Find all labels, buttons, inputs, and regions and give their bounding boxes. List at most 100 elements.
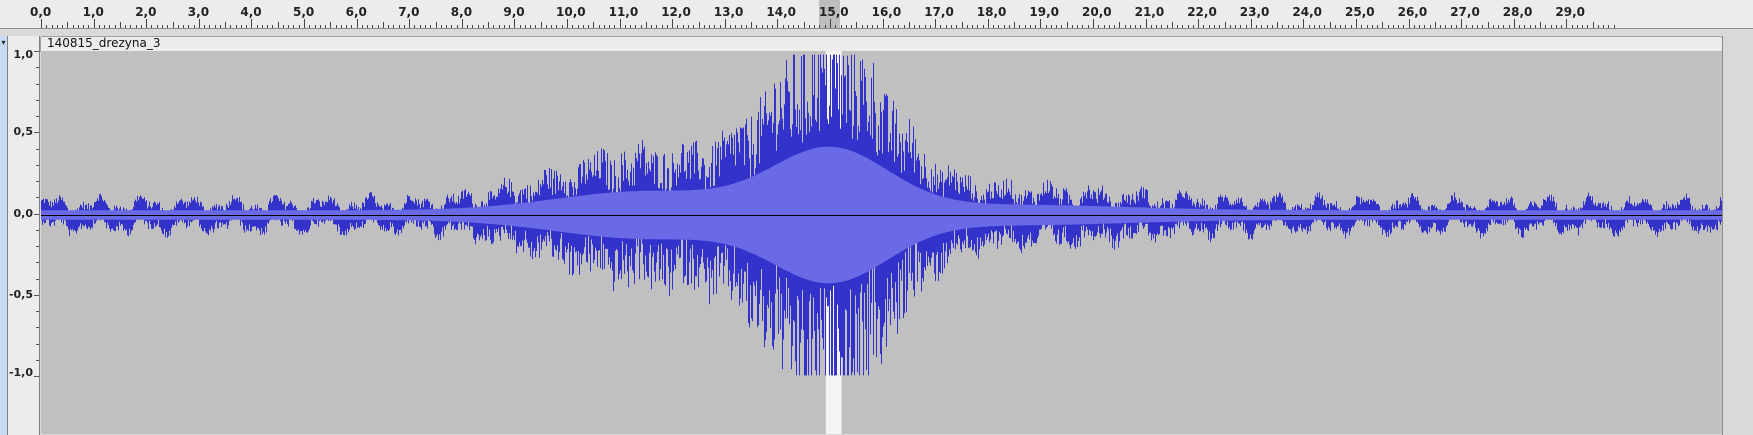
ruler-minor-tick	[393, 25, 395, 28]
ruler-minor-tick	[1340, 25, 1342, 28]
amplitude-minor-tick	[36, 343, 39, 345]
ruler-minor-tick	[793, 25, 795, 28]
ruler-minor-tick	[156, 25, 158, 28]
ruler-minor-tick	[630, 25, 632, 28]
ruler-minor-tick	[966, 25, 968, 28]
ruler-minor-tick	[1603, 25, 1605, 28]
ruler-minor-tick	[330, 22, 332, 28]
ruler-tick-label: 5,0	[293, 5, 315, 19]
ruler-minor-tick	[1192, 25, 1194, 28]
ruler-minor-tick	[714, 25, 716, 28]
ruler-major-tick	[41, 19, 42, 28]
ruler-minor-tick	[814, 25, 816, 28]
waveform-display[interactable]	[41, 51, 1722, 434]
ruler-minor-tick	[319, 25, 321, 28]
ruler-minor-tick	[225, 22, 227, 28]
ruler-minor-tick	[677, 25, 679, 28]
ruler-minor-tick	[577, 25, 579, 28]
ruler-tick-label: 1,0	[82, 5, 104, 19]
ruler-minor-tick	[472, 25, 474, 28]
ruler-minor-tick	[877, 25, 879, 28]
ruler-minor-tick	[1571, 25, 1573, 28]
ruler-minor-tick	[1529, 25, 1531, 28]
ruler-minor-tick	[1061, 25, 1063, 28]
ruler-minor-tick	[1561, 25, 1563, 28]
ruler-minor-tick	[503, 25, 505, 28]
ruler-minor-tick	[1156, 25, 1158, 28]
ruler-minor-tick	[293, 25, 295, 28]
ruler-minor-tick	[235, 25, 237, 28]
ruler-minor-tick	[135, 25, 137, 28]
timeline-ruler[interactable]: 0,0 1,0 2,0 3,0 4,0 5,0 6,0 7,0 8,0 9,0 10,0 11,0 12…	[0, 0, 1753, 29]
ruler-minor-tick	[1045, 25, 1047, 28]
ruler-minor-tick	[1056, 25, 1058, 28]
ruler-minor-tick	[640, 25, 642, 28]
ruler-minor-tick	[509, 25, 511, 28]
ruler-minor-tick	[556, 25, 558, 28]
ruler-major-tick	[1040, 19, 1042, 28]
ruler-minor-tick	[240, 25, 242, 28]
ruler-major-tick	[1303, 19, 1305, 28]
track-title-bar[interactable]: 140815_drezyna_3	[40, 36, 1723, 52]
amplitude-minor-tick	[36, 327, 39, 329]
ruler-minor-tick	[1140, 25, 1142, 28]
ruler-tick-label: 8,0	[450, 5, 473, 19]
track-menu-dropdown-icon[interactable]: ▾	[0, 36, 7, 50]
ruler-tick-label: 24,0	[1292, 5, 1322, 19]
ruler-minor-tick	[772, 25, 774, 28]
ruler-minor-tick	[1608, 25, 1610, 28]
ruler-minor-tick	[1124, 25, 1126, 28]
ruler-minor-tick	[214, 25, 216, 28]
ruler-minor-tick	[314, 25, 316, 28]
ruler-minor-tick	[440, 25, 442, 28]
ruler-tick-label: 6,0	[345, 5, 367, 19]
track-control-panel[interactable]	[0, 36, 8, 435]
ruler-minor-tick	[1450, 25, 1452, 28]
ruler-minor-tick	[598, 25, 600, 28]
track-right-area	[1722, 29, 1753, 435]
ruler-minor-tick	[288, 25, 290, 28]
ruler-major-tick	[461, 19, 463, 28]
ruler-minor-tick	[172, 22, 174, 28]
ruler-minor-tick	[561, 25, 563, 28]
amplitude-label: 0,5	[13, 125, 34, 139]
ruler-minor-tick	[114, 25, 116, 28]
ruler-tick-label: 12,0	[661, 5, 691, 19]
ruler-minor-tick	[745, 25, 747, 28]
waveform-svg[interactable]	[41, 51, 1722, 434]
ruler-minor-tick	[493, 25, 495, 28]
ruler-tick-label: 29,0	[1555, 5, 1585, 19]
ruler-minor-tick	[1361, 25, 1363, 28]
ruler-minor-tick	[1256, 25, 1258, 28]
ruler-minor-tick	[898, 25, 900, 28]
ruler-minor-tick	[1166, 25, 1168, 28]
ruler-minor-tick	[1245, 25, 1247, 28]
ruler-minor-tick	[1587, 25, 1589, 28]
amplitude-ruler: 1,0 0,5 0,0 -0,5 -1,0	[8, 36, 40, 435]
ruler-minor-tick	[1482, 25, 1484, 28]
ruler-minor-tick	[98, 25, 100, 28]
ruler-minor-tick	[456, 25, 458, 28]
ruler-minor-tick	[56, 25, 58, 28]
ruler-minor-tick	[998, 25, 1000, 28]
ruler-minor-tick	[887, 25, 889, 28]
track-name: 140815_drezyna_3	[47, 36, 161, 50]
amplitude-minor-tick	[36, 67, 39, 69]
amplitude-label: 1,0	[13, 48, 34, 61]
ruler-minor-tick	[109, 25, 111, 28]
amplitude-minor-tick	[36, 359, 39, 361]
ruler-minor-tick	[1597, 25, 1599, 28]
ruler-minor-tick	[46, 25, 48, 28]
ruler-minor-tick	[1455, 25, 1457, 28]
ruler-minor-tick	[908, 22, 910, 28]
ruler-minor-tick	[761, 25, 763, 28]
ruler-minor-tick	[256, 25, 258, 28]
ruler-minor-tick	[88, 25, 90, 28]
ruler-minor-tick	[1371, 25, 1373, 28]
ruler-minor-tick	[924, 25, 926, 28]
ruler-tick-label: 3,0	[187, 5, 210, 19]
ruler-tick-label: 13,0	[713, 5, 744, 19]
ruler-major-tick	[1566, 19, 1568, 28]
ruler-tick-label: 22,0	[1187, 5, 1217, 19]
ruler-minor-tick	[1277, 22, 1279, 28]
